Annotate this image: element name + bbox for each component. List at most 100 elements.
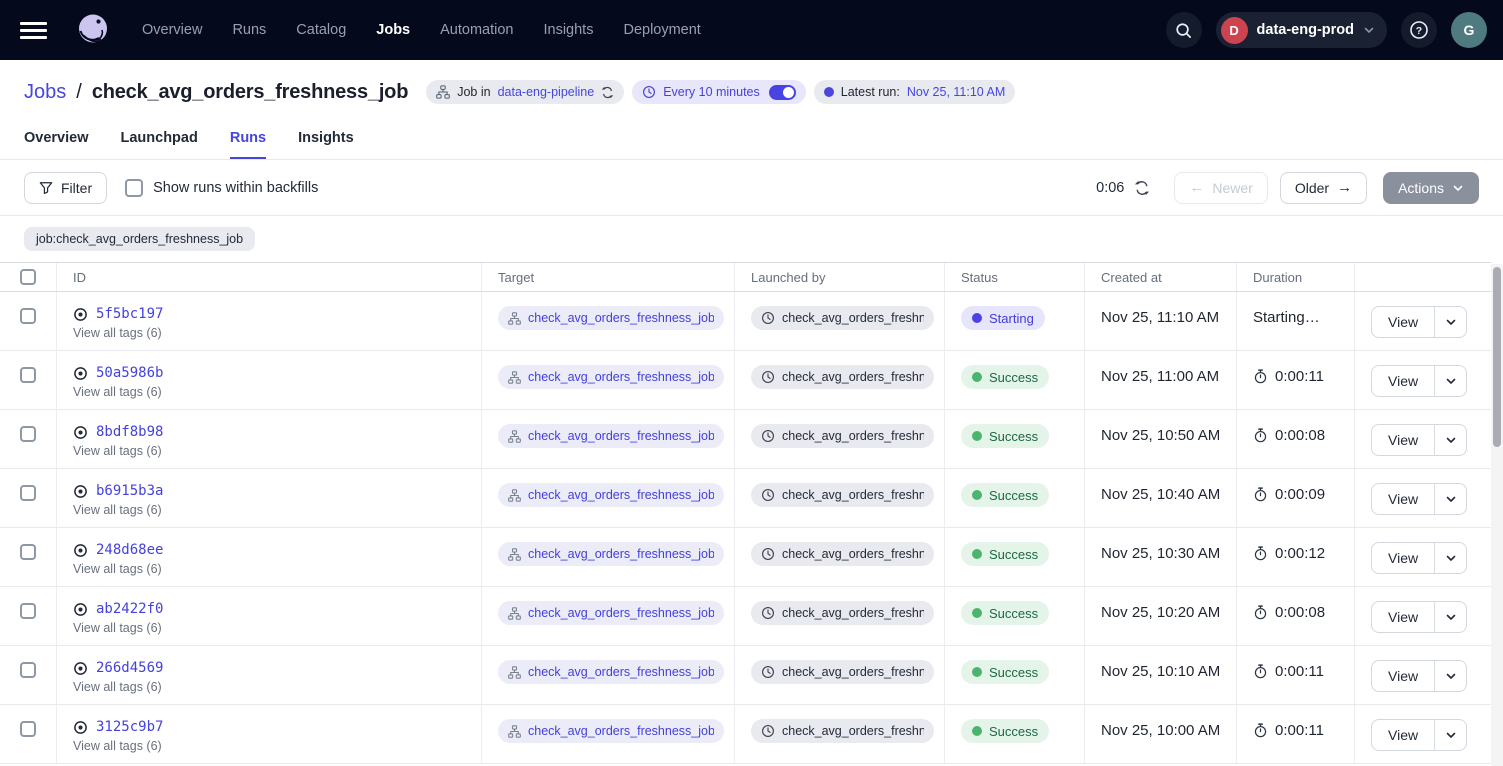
user-avatar[interactable]: G: [1451, 12, 1487, 48]
latest-run-link[interactable]: Nov 25, 11:10 AM: [907, 85, 1005, 99]
run-row: 3125c9b7 View all tags (6) check_avg_ord…: [0, 705, 1491, 764]
view-button[interactable]: View: [1372, 484, 1434, 514]
nav-item[interactable]: Runs: [232, 22, 266, 38]
view-dropdown-button[interactable]: [1435, 484, 1466, 514]
nav-item[interactable]: Automation: [440, 22, 513, 38]
target-tag[interactable]: check_avg_orders_freshness_job: [498, 365, 724, 389]
scrollbar-thumb[interactable]: [1493, 267, 1501, 447]
launched-by-cell: check_avg_orders_freshn…: [735, 705, 945, 763]
status-dot-icon: [972, 313, 982, 323]
nav-item[interactable]: Insights: [543, 22, 593, 38]
runs-table: ID Target Launched by Status Created at …: [0, 262, 1491, 764]
row-checkbox[interactable]: [20, 603, 36, 619]
run-row: 50a5986b View all tags (6) check_avg_ord…: [0, 351, 1491, 410]
view-dropdown-button[interactable]: [1435, 366, 1466, 396]
view-dropdown-button[interactable]: [1435, 307, 1466, 337]
filter-button[interactable]: Filter: [24, 172, 107, 204]
tab[interactable]: Overview: [24, 130, 89, 159]
column-header-status: Status: [945, 263, 1085, 291]
actions-button[interactable]: Actions: [1383, 172, 1479, 204]
launched-by-tag[interactable]: check_avg_orders_freshn…: [751, 424, 934, 448]
target-tag[interactable]: check_avg_orders_freshness_job: [498, 601, 724, 625]
nav-item[interactable]: Deployment: [623, 22, 700, 38]
target-tag[interactable]: check_avg_orders_freshness_job: [498, 483, 724, 507]
breadcrumb-jobs-link[interactable]: Jobs: [24, 81, 66, 104]
view-button[interactable]: View: [1372, 720, 1434, 750]
tab[interactable]: Runs: [230, 130, 266, 159]
launched-by-tag[interactable]: check_avg_orders_freshn…: [751, 719, 934, 743]
run-id-link[interactable]: b6915b3a: [96, 483, 163, 499]
view-button[interactable]: View: [1372, 425, 1434, 455]
view-dropdown-button[interactable]: [1435, 602, 1466, 632]
target-tag[interactable]: check_avg_orders_freshness_job: [498, 542, 724, 566]
select-all-checkbox[interactable]: [20, 269, 36, 285]
view-dropdown-button[interactable]: [1435, 720, 1466, 750]
nav-item[interactable]: Overview: [142, 22, 202, 38]
target-tag[interactable]: check_avg_orders_freshness_job: [498, 424, 724, 448]
view-dropdown-button[interactable]: [1435, 425, 1466, 455]
row-checkbox[interactable]: [20, 485, 36, 501]
nav-item[interactable]: Catalog: [296, 22, 346, 38]
search-button[interactable]: [1166, 12, 1202, 48]
view-button[interactable]: View: [1372, 307, 1434, 337]
view-all-tags-link[interactable]: View all tags (6): [73, 621, 162, 635]
run-id-link[interactable]: 3125c9b7: [96, 719, 163, 735]
launched-by-tag[interactable]: check_avg_orders_freshn…: [751, 483, 934, 507]
help-button[interactable]: ?: [1401, 12, 1437, 48]
duration-cell: 0:00:09: [1237, 469, 1355, 527]
duration-cell: 0:00:11: [1237, 705, 1355, 763]
run-id-link[interactable]: 50a5986b: [96, 365, 163, 381]
tab[interactable]: Launchpad: [121, 130, 198, 159]
view-dropdown-button[interactable]: [1435, 661, 1466, 691]
row-checkbox[interactable]: [20, 426, 36, 442]
vertical-scrollbar[interactable]: [1491, 264, 1503, 766]
view-all-tags-link[interactable]: View all tags (6): [73, 562, 162, 576]
reload-location-icon[interactable]: [601, 86, 614, 99]
run-id-cell: 5f5bc197 View all tags (6): [57, 292, 482, 350]
view-button[interactable]: View: [1372, 602, 1434, 632]
older-button[interactable]: Older →: [1280, 172, 1367, 204]
deployment-switcher[interactable]: D data-eng-prod: [1216, 12, 1387, 48]
view-all-tags-link[interactable]: View all tags (6): [73, 385, 162, 399]
run-id-link[interactable]: 266d4569: [96, 660, 163, 676]
job-filter-tag[interactable]: job:check_avg_orders_freshness_job: [24, 227, 255, 251]
target-tag[interactable]: check_avg_orders_freshness_job: [498, 306, 724, 330]
launched-by-tag[interactable]: check_avg_orders_freshn…: [751, 306, 934, 330]
target-tag[interactable]: check_avg_orders_freshness_job: [498, 660, 724, 684]
view-button[interactable]: View: [1372, 366, 1434, 396]
refresh-icon[interactable]: [1134, 180, 1150, 196]
status-cell: Starting: [945, 292, 1085, 350]
view-all-tags-link[interactable]: View all tags (6): [73, 444, 162, 458]
stopwatch-icon: [1253, 664, 1268, 679]
launched-by-tag[interactable]: check_avg_orders_freshn…: [751, 365, 934, 389]
run-id-link[interactable]: 248d68ee: [96, 542, 163, 558]
code-location-link[interactable]: data-eng-pipeline: [498, 85, 595, 99]
view-button[interactable]: View: [1372, 543, 1434, 573]
schedule-toggle[interactable]: [769, 85, 796, 100]
hamburger-menu-icon[interactable]: [20, 16, 48, 44]
run-id-link[interactable]: 5f5bc197: [96, 306, 163, 322]
backfills-checkbox[interactable]: [125, 179, 143, 197]
view-button[interactable]: View: [1372, 661, 1434, 691]
row-checkbox[interactable]: [20, 367, 36, 383]
newer-button[interactable]: ← Newer: [1174, 172, 1267, 204]
launched-by-tag[interactable]: check_avg_orders_freshn…: [751, 601, 934, 625]
help-icon: ?: [1409, 20, 1429, 40]
target-tag[interactable]: check_avg_orders_freshness_job: [498, 719, 724, 743]
launched-by-tag[interactable]: check_avg_orders_freshn…: [751, 542, 934, 566]
tab[interactable]: Insights: [298, 130, 354, 159]
view-dropdown-button[interactable]: [1435, 543, 1466, 573]
row-checkbox[interactable]: [20, 662, 36, 678]
row-checkbox[interactable]: [20, 308, 36, 324]
nav-item[interactable]: Jobs: [376, 22, 410, 38]
dagster-logo-icon[interactable]: [72, 9, 114, 51]
row-checkbox[interactable]: [20, 544, 36, 560]
view-all-tags-link[interactable]: View all tags (6): [73, 739, 162, 753]
row-checkbox[interactable]: [20, 721, 36, 737]
launched-by-tag[interactable]: check_avg_orders_freshn…: [751, 660, 934, 684]
view-all-tags-link[interactable]: View all tags (6): [73, 680, 162, 694]
run-id-link[interactable]: 8bdf8b98: [96, 424, 163, 440]
view-all-tags-link[interactable]: View all tags (6): [73, 326, 162, 340]
view-all-tags-link[interactable]: View all tags (6): [73, 503, 162, 517]
run-id-link[interactable]: ab2422f0: [96, 601, 163, 617]
